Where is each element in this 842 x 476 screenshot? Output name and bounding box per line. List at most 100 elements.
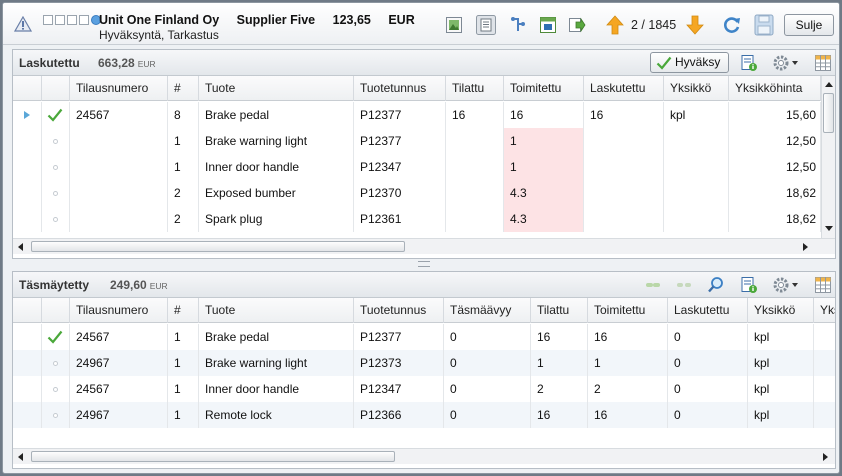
row-indicator-cell[interactable]: [13, 206, 42, 232]
row-indicator-cell[interactable]: [13, 350, 42, 376]
column-header-invoiced[interactable]: Laskutettu: [584, 76, 664, 101]
status-dot-icon[interactable]: [53, 387, 58, 392]
status-dot-icon[interactable]: [53, 191, 58, 196]
table-columns-icon[interactable]: [814, 276, 832, 294]
column-header-delivered[interactable]: Toimitettu: [588, 298, 668, 323]
column-header-order-number[interactable]: Tilausnumero: [70, 76, 168, 101]
status-dot-icon[interactable]: [53, 217, 58, 222]
row-status-cell[interactable]: [42, 376, 70, 402]
row-indicator-cell[interactable]: [13, 376, 42, 402]
column-header-line-number[interactable]: #: [168, 76, 199, 101]
table-row[interactable]: 24967 1 Brake warning light P12373 0 1 1 0 kpl: [13, 350, 835, 376]
status-dot-icon[interactable]: [53, 139, 58, 144]
export-icon[interactable]: [568, 16, 586, 34]
unlink-rows-icon[interactable]: [675, 276, 693, 294]
approve-button[interactable]: Hyväksy: [650, 52, 729, 73]
column-header-unit[interactable]: Yksikkö: [664, 76, 729, 101]
column-header-delivered[interactable]: Toimitettu: [504, 76, 584, 101]
document-list-icon[interactable]: [476, 15, 496, 35]
approved-check-icon[interactable]: [47, 108, 63, 122]
matched-horizontal-scrollbar[interactable]: [13, 448, 835, 464]
status-dot-icon[interactable]: [53, 413, 58, 418]
gear-icon[interactable]: [772, 54, 800, 72]
refresh-icon[interactable]: [722, 15, 742, 35]
document-info-icon[interactable]: [740, 54, 758, 72]
row-indicator-cell[interactable]: [13, 324, 42, 350]
row-status-cell[interactable]: [42, 102, 70, 128]
cell-invoiced: [584, 180, 664, 206]
arrow-down-icon[interactable]: [686, 15, 704, 35]
scroll-up-icon[interactable]: [825, 82, 833, 87]
table-row[interactable]: 2 Exposed bumber P12370 4.3 18,62: [13, 180, 821, 206]
scroll-right-icon[interactable]: [823, 453, 828, 461]
column-header-unit[interactable]: Yksikkö: [748, 298, 814, 323]
table-row[interactable]: 24567 1 Inner door handle P12347 0 2 2 0 kpl: [13, 376, 835, 402]
column-header-unit-price[interactable]: Yks: [814, 298, 835, 323]
save-icon[interactable]: [754, 14, 774, 36]
row-indicator-cell[interactable]: [13, 180, 42, 206]
table-row[interactable]: 24567 8 Brake pedal P12377 16 16 16 kpl 15,60: [13, 102, 821, 128]
table-row[interactable]: 24567 1 Brake pedal P12377 0 16 16 0 kpl: [13, 324, 835, 350]
table-row[interactable]: 2 Spark plug P12361 4.3 18,62: [13, 206, 821, 232]
scroll-left-icon[interactable]: [18, 243, 23, 251]
matched-panel-header: Täsmäytetty 249,60 EUR: [13, 272, 835, 298]
invoiced-grid: Tilausnumero # Tuote Tuotetunnus Tilattu…: [13, 76, 821, 238]
column-header-ordered[interactable]: Tilattu: [531, 298, 588, 323]
column-header-product[interactable]: Tuote: [199, 298, 354, 323]
column-header-unit-price[interactable]: Yksikköhinta: [729, 76, 821, 101]
invoiced-horizontal-thumb[interactable]: [31, 241, 405, 252]
link-rows-icon[interactable]: [644, 276, 662, 294]
column-header-product-code[interactable]: Tuotetunnus: [354, 76, 446, 101]
arrow-up-icon[interactable]: [606, 15, 624, 35]
document-info-icon[interactable]: [740, 276, 758, 294]
image-icon[interactable]: [445, 16, 463, 34]
status-dot-icon[interactable]: [53, 361, 58, 366]
row-status-cell[interactable]: [42, 180, 70, 206]
row-status-cell[interactable]: [42, 324, 70, 350]
invoiced-grid-header: Tilausnumero # Tuote Tuotetunnus Tilattu…: [13, 76, 821, 101]
column-header-product[interactable]: Tuote: [199, 76, 354, 101]
cell-unit-price: [814, 376, 835, 402]
row-status-cell[interactable]: [42, 402, 70, 428]
status-dot-icon[interactable]: [53, 165, 58, 170]
invoiced-vertical-scrollbar[interactable]: [821, 76, 835, 238]
invoiced-horizontal-scrollbar[interactable]: [13, 238, 835, 254]
cell-num: 2: [168, 180, 199, 206]
row-status-cell[interactable]: [42, 350, 70, 376]
table-columns-icon[interactable]: [814, 54, 832, 72]
spreadsheet-icon[interactable]: [539, 16, 557, 34]
warning-triangle-icon[interactable]: [14, 16, 32, 32]
row-status-cell[interactable]: [42, 154, 70, 180]
row-indicator-cell[interactable]: [13, 102, 42, 128]
row-indicator-cell[interactable]: [13, 154, 42, 180]
row-indicator-cell[interactable]: [13, 402, 42, 428]
route-icon[interactable]: [509, 16, 527, 34]
cell-ordered: [446, 180, 504, 206]
close-button[interactable]: Sulje: [784, 14, 834, 36]
scroll-right-icon[interactable]: [803, 243, 808, 251]
table-row[interactable]: 24967 1 Remote lock P12366 0 16 16 0 kpl: [13, 402, 835, 428]
scroll-left-icon[interactable]: [18, 453, 23, 461]
gear-icon[interactable]: [772, 276, 800, 294]
row-indicator-cell[interactable]: [13, 128, 42, 154]
cell-num: 1: [168, 376, 199, 402]
search-icon[interactable]: [707, 276, 725, 294]
table-row[interactable]: 1 Brake warning light P12377 1 12,50: [13, 128, 821, 154]
panel-splitter[interactable]: [418, 261, 430, 267]
column-header-invoiced[interactable]: Laskutettu: [668, 298, 748, 323]
table-row[interactable]: 1 Inner door handle P12347 1 12,50: [13, 154, 821, 180]
scroll-down-icon[interactable]: [825, 226, 833, 231]
cell-code: P12377: [354, 324, 444, 350]
approved-check-icon[interactable]: [47, 330, 63, 344]
matched-horizontal-thumb[interactable]: [31, 451, 395, 462]
cell-invoiced: [584, 206, 664, 232]
row-status-cell[interactable]: [42, 206, 70, 232]
column-header-match[interactable]: Täsmäävyy: [444, 298, 531, 323]
matched-panel-title: Täsmäytetty: [19, 278, 90, 292]
column-header-product-code[interactable]: Tuotetunnus: [354, 298, 444, 323]
column-header-ordered[interactable]: Tilattu: [446, 76, 504, 101]
invoiced-vertical-thumb[interactable]: [823, 93, 834, 133]
row-status-cell[interactable]: [42, 128, 70, 154]
column-header-order-number[interactable]: Tilausnumero: [70, 298, 168, 323]
column-header-line-number[interactable]: #: [168, 298, 199, 323]
